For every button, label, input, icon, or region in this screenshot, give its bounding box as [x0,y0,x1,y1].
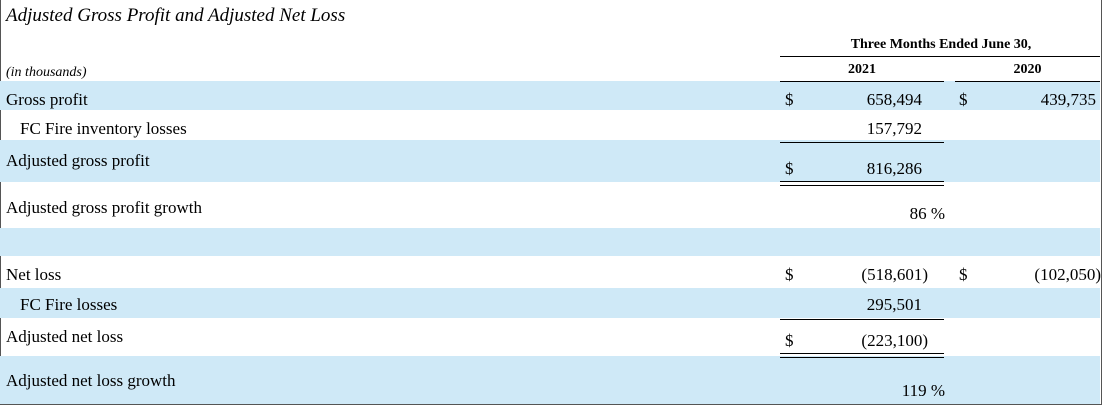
dollar-sign: $ [785,265,794,284]
dollar-sign: $ [785,331,794,350]
units-note: (in thousands) [6,65,87,80]
value-fc-fire-losses-2021: 295,501 [866,295,922,314]
row-label-gross-profit: Gross profit [6,90,88,109]
row-label-adjusted-net-loss-growth: Adjusted net loss growth [6,371,176,390]
value-gross-profit-2021: 658,494 [866,90,922,109]
col-header-2021: 2021 [848,62,876,77]
period-header: Three Months Ended June 30, [850,37,1032,52]
value-gross-profit-2020: 439,735 [1040,90,1096,109]
row-label-fc-fire-losses: FC Fire losses [20,295,118,314]
row-band-gross-profit [0,81,1100,110]
row-label-fc-fire-inventory-losses: FC Fire inventory losses [20,119,187,138]
value-fc-fire-inventory-2021: 157,792 [866,119,922,138]
value-net-loss-2020: (102,050) [1034,265,1101,284]
row-label-net-loss: Net loss [6,265,62,284]
row-band-adjusted-gross-profit [0,140,1100,182]
double-total-rule [780,181,944,186]
value-adjusted-gross-profit-growth-2021: 86 % [909,204,945,223]
row-label-adjusted-gross-profit: Adjusted gross profit [6,151,150,170]
row-label-adjusted-net-loss: Adjusted net loss [6,327,124,346]
col-2021-header-rule [780,81,944,82]
col-2020-header-rule [955,81,1100,82]
dollar-sign: $ [785,90,794,109]
dollar-sign: $ [785,159,794,178]
value-adjusted-net-loss-growth-2021: 119 % [901,381,945,400]
row-band-fc-fire-losses [0,288,1100,318]
dollar-sign: $ [959,265,968,284]
subtotal-rule [780,319,944,320]
value-adjusted-net-loss-2021: (223,100) [861,331,928,350]
subtotal-rule [780,142,944,143]
row-label-adjusted-gross-profit-growth: Adjusted gross profit growth [6,198,202,217]
period-header-rule [780,56,1100,57]
row-band-spacer [0,228,1100,256]
double-total-rule [780,353,944,358]
dollar-sign: $ [959,90,968,109]
value-adjusted-gross-profit-2021: 816,286 [866,159,922,178]
table-title: Adjusted Gross Profit and Adjusted Net L… [6,5,346,26]
col-header-2020: 2020 [1013,62,1042,77]
value-net-loss-2021: (518,601) [861,265,928,284]
